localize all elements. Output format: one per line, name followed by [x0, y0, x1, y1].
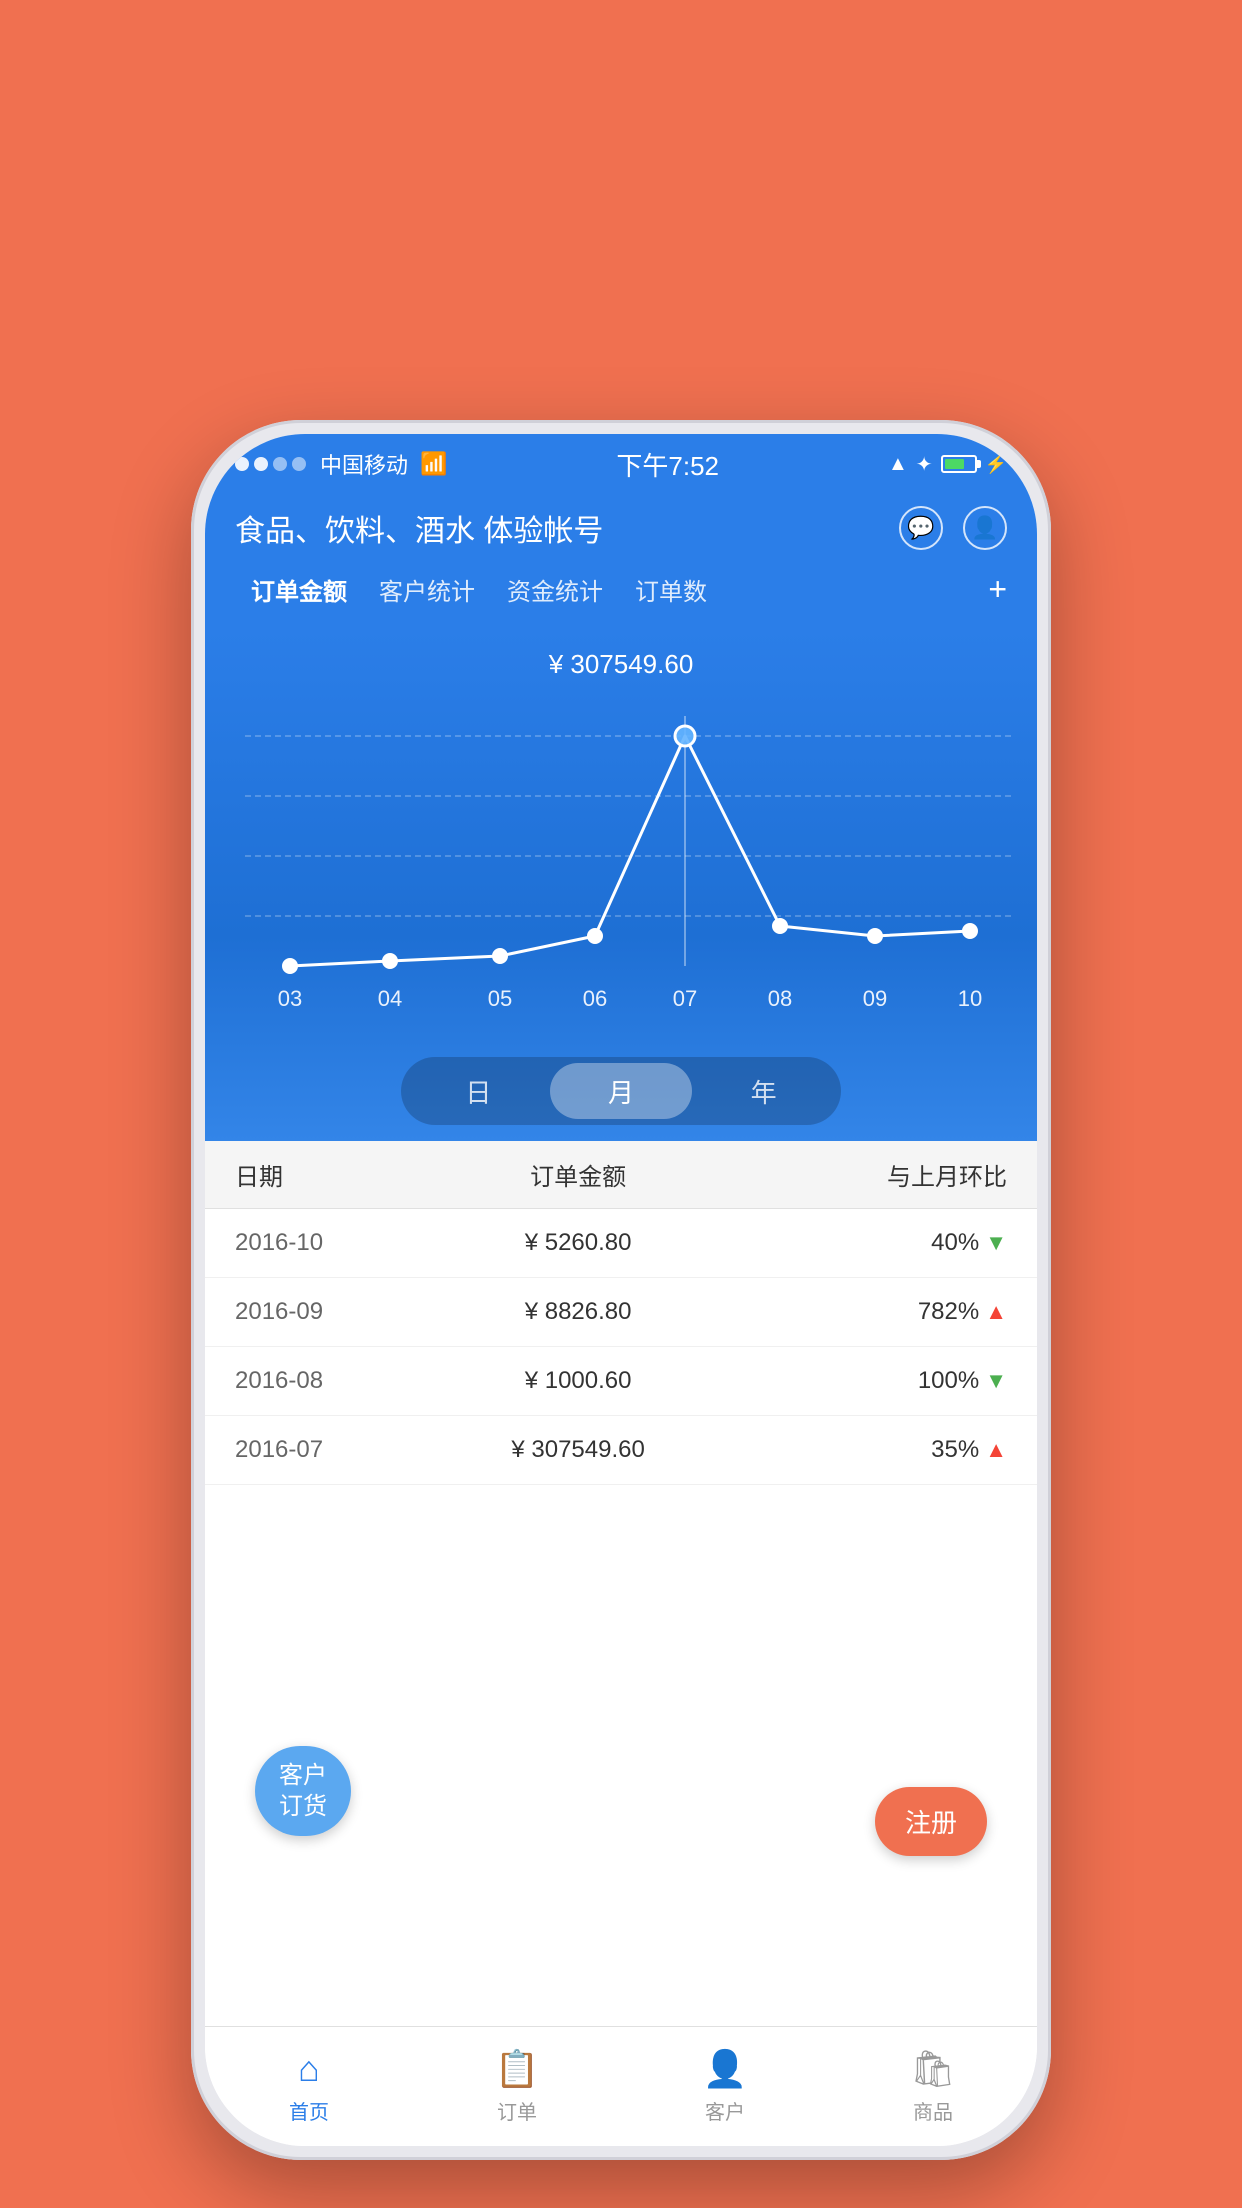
nav-header: 食品、饮料、酒水 体验帐号 💬 👤 订单金额 客户统计 资金统计 订单数 +	[205, 494, 1037, 629]
customers-icon: 👤	[703, 2048, 748, 2090]
nav-label-customers: 客户	[705, 2096, 745, 2125]
td-date-2: 2016-09	[235, 1298, 407, 1326]
nav-label-products: 商品	[913, 2096, 953, 2125]
toggle-day[interactable]: 日	[407, 1063, 550, 1119]
float-customer-button[interactable]: 客户订货	[255, 1746, 351, 1836]
signal-dot-1	[235, 457, 249, 471]
toggle-year[interactable]: 年	[692, 1063, 835, 1119]
time-toggle: 日 月 年	[205, 1057, 1037, 1125]
carrier-label: 中国移动	[320, 448, 408, 480]
signal-dot-2	[254, 457, 268, 471]
tab-order-count[interactable]: 订单数	[619, 566, 723, 613]
charging-icon: ⚡	[985, 454, 1007, 475]
table-row: 2016-07 ¥ 307549.60 35% ▲	[205, 1416, 1037, 1485]
table-row: 2016-10 ¥ 5260.80 40% ▼	[205, 1209, 1037, 1278]
nav-item-orders[interactable]: 📋 订单	[413, 2027, 621, 2146]
td-change-1: 40% ▼	[750, 1229, 1007, 1257]
chart-svg-wrapper: 03 04 05 06 07 08 09 10	[205, 696, 1037, 1041]
nav-item-customers[interactable]: 👤 客户	[621, 2027, 829, 2146]
td-date-4: 2016-07	[235, 1436, 407, 1464]
status-time: 下午7:52	[616, 446, 719, 483]
table-header: 日期 订单金额 与上月环比	[205, 1141, 1037, 1209]
table-row: 2016-09 ¥ 8826.80 782% ▲	[205, 1278, 1037, 1347]
th-date: 日期	[235, 1157, 407, 1192]
tabs-row: 订单金额 客户统计 资金统计 订单数 +	[235, 566, 1007, 613]
svg-text:10: 10	[958, 986, 982, 1011]
td-change-3: 100% ▼	[750, 1367, 1007, 1395]
float-register-button[interactable]: 注册	[875, 1787, 987, 1856]
svg-text:04: 04	[378, 986, 402, 1011]
td-change-2: 782% ▲	[750, 1298, 1007, 1326]
chart-selected-value: ¥ 307549.60	[205, 649, 1037, 680]
nav-item-products[interactable]: 🛍 商品	[829, 2027, 1037, 2146]
nav-label-home: 首页	[289, 2096, 329, 2125]
svg-text:09: 09	[863, 986, 887, 1011]
phone-mockup: 中国移动 📶 下午7:52 ▲ ✦ ⚡	[191, 420, 1051, 2160]
th-amount: 订单金额	[407, 1157, 750, 1192]
orders-icon: 📋	[495, 2048, 540, 2090]
products-icon: 🛍	[910, 2048, 956, 2090]
svg-text:05: 05	[488, 986, 512, 1011]
toggle-month[interactable]: 月	[550, 1063, 693, 1119]
chart-area: ¥ 307549.60	[205, 629, 1037, 1141]
svg-text:06: 06	[583, 986, 607, 1011]
nav-label-orders: 订单	[497, 2096, 537, 2125]
svg-text:03: 03	[278, 986, 302, 1011]
trend-up-icon-2: ▲	[985, 1299, 1007, 1325]
home-icon: ⌂	[298, 2048, 320, 2090]
td-date-3: 2016-08	[235, 1367, 407, 1395]
td-amount-3: ¥ 1000.60	[407, 1367, 750, 1395]
wifi-icon: 📶	[420, 451, 447, 477]
message-icon[interactable]: 💬	[899, 506, 943, 550]
tab-add-button[interactable]: +	[988, 571, 1007, 608]
td-amount-1: ¥ 5260.80	[407, 1229, 750, 1257]
battery-icon	[941, 455, 977, 473]
trend-up-icon-4: ▲	[985, 1437, 1007, 1463]
signal-dot-3	[273, 457, 287, 471]
table-row: 2016-08 ¥ 1000.60 100% ▼	[205, 1347, 1037, 1416]
bottom-nav: ⌂ 首页 📋 订单 👤 客户 🛍 商品	[205, 2026, 1037, 2146]
th-change: 与上月环比	[750, 1157, 1007, 1192]
tab-customer-stats[interactable]: 客户统计	[363, 566, 491, 613]
status-bar: 中国移动 📶 下午7:52 ▲ ✦ ⚡	[205, 434, 1037, 494]
data-table: 日期 订单金额 与上月环比 2016-10 ¥ 5260.80 40% ▼ 20…	[205, 1141, 1037, 2026]
td-amount-2: ¥ 8826.80	[407, 1298, 750, 1326]
signal-dot-4	[292, 457, 306, 471]
tab-fund-stats[interactable]: 资金统计	[491, 566, 619, 613]
tab-order-amount[interactable]: 订单金额	[235, 566, 363, 613]
trend-down-icon-3: ▼	[985, 1368, 1007, 1394]
location-icon: ▲	[888, 453, 908, 476]
nav-item-home[interactable]: ⌂ 首页	[205, 2027, 413, 2146]
trend-down-icon-1: ▼	[985, 1230, 1007, 1256]
td-change-4: 35% ▲	[750, 1436, 1007, 1464]
td-amount-4: ¥ 307549.60	[407, 1436, 750, 1464]
svg-text:07: 07	[673, 986, 697, 1011]
user-icon[interactable]: 👤	[963, 506, 1007, 550]
store-name-label: 食品、饮料、酒水 体验帐号	[235, 506, 603, 550]
line-chart: 03 04 05 06 07 08 09 10	[215, 696, 1035, 1036]
svg-text:08: 08	[768, 986, 792, 1011]
bluetooth-icon: ✦	[916, 452, 933, 477]
td-date-1: 2016-10	[235, 1229, 407, 1257]
